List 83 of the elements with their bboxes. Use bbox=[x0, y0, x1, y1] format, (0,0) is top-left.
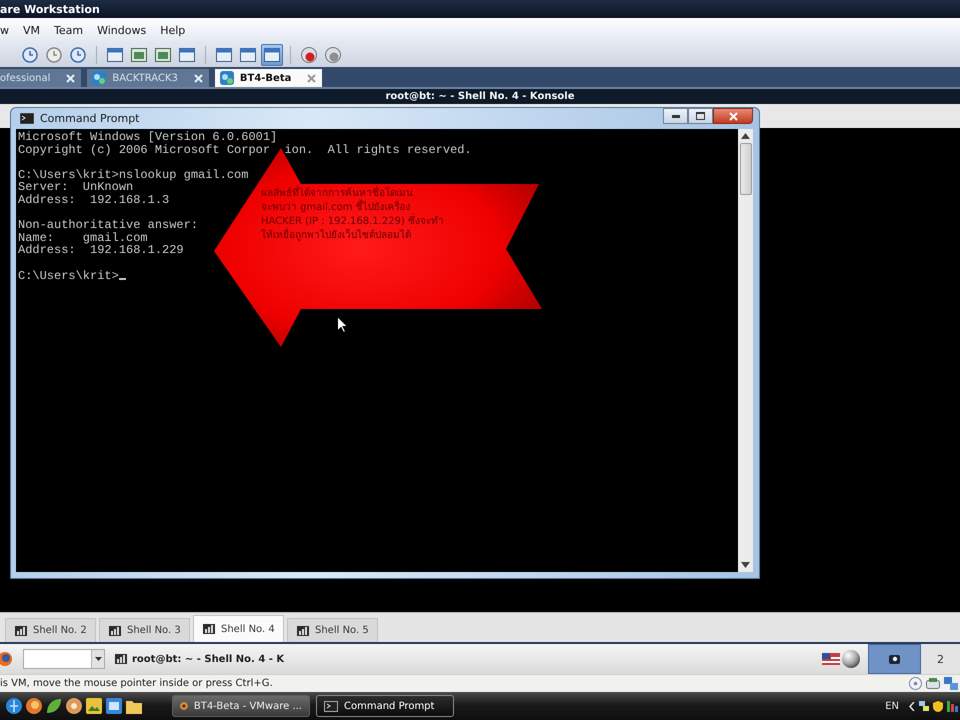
tab[interactable]: Shell No. 4 bbox=[193, 615, 284, 642]
globe-icon[interactable] bbox=[6, 698, 22, 714]
mouse-pointer-icon bbox=[337, 316, 348, 333]
terminal-icon bbox=[15, 626, 27, 636]
screen-thumbnail-icon bbox=[889, 654, 900, 664]
close-icon bbox=[728, 112, 738, 120]
folder-icon[interactable] bbox=[126, 698, 142, 714]
annotation-line: ให้เหยื่อถูกพาไปยังเว็บไซต์ปลอมได้ bbox=[261, 229, 444, 243]
terminal-icon bbox=[203, 624, 215, 634]
console-text: Microsoft Windows [Version 6.0.6001] bbox=[18, 131, 278, 144]
network-icon[interactable] bbox=[919, 701, 929, 711]
annotation-line: จะพบว่า gmail.com ชี้ไปยังเครื่อง bbox=[261, 201, 444, 215]
desktop-button[interactable]: 2 bbox=[921, 644, 960, 674]
console-text: Server: UnKnown bbox=[18, 181, 134, 194]
console-text: Non-authoritative answer: bbox=[18, 219, 198, 232]
window-title: are Workstation bbox=[0, 2, 100, 16]
terminal-icon bbox=[109, 626, 121, 636]
annotation-line: ผลลัพธ์ที่ได้จากการค้นหาชื่อโดเมน bbox=[261, 187, 444, 201]
tab[interactable]: Shell No. 3 bbox=[99, 618, 190, 642]
tab[interactable]: BT4-Beta bbox=[214, 69, 322, 87]
clock-icon bbox=[70, 46, 86, 62]
menu-item[interactable]: VM bbox=[16, 22, 48, 38]
console-text: C:\Users\krit>nslookup gmail.com bbox=[18, 168, 248, 182]
scroll-down-icon[interactable] bbox=[741, 562, 750, 568]
globe-icon[interactable] bbox=[26, 698, 42, 714]
window-icon bbox=[216, 46, 232, 62]
annotation-line: HACKER (IP : 192.168.1.229) ซึ่งจะทำ bbox=[261, 215, 444, 229]
clock-icon bbox=[22, 46, 38, 62]
window-icon bbox=[240, 46, 256, 62]
console-text: ion. All rights reserved. bbox=[284, 144, 472, 156]
leaf-icon[interactable] bbox=[46, 698, 62, 714]
scrollbar-thumb[interactable] bbox=[740, 143, 752, 195]
minimize-button[interactable] bbox=[663, 108, 688, 124]
chevron-icon[interactable] bbox=[909, 702, 915, 710]
taskbar-button[interactable]: Command Prompt bbox=[316, 695, 454, 717]
window-title: Command Prompt bbox=[40, 112, 140, 125]
menu-item[interactable]: Help bbox=[153, 22, 192, 38]
toolbar-button[interactable] bbox=[261, 44, 283, 66]
tab[interactable]: Shell No. 5 bbox=[287, 618, 378, 642]
console-text: Name: gmail.com bbox=[18, 232, 148, 244]
disc-icon[interactable] bbox=[66, 698, 82, 714]
flag-icon[interactable] bbox=[822, 653, 840, 665]
desktop-button[interactable] bbox=[868, 644, 921, 674]
scroll-up-icon[interactable] bbox=[741, 133, 750, 139]
console-icon bbox=[20, 113, 34, 124]
drive-icon[interactable] bbox=[926, 678, 940, 689]
language-indicator[interactable]: EN bbox=[885, 700, 899, 712]
clock-icon bbox=[46, 46, 62, 62]
scrollbar[interactable] bbox=[738, 129, 753, 572]
console-icon bbox=[324, 700, 338, 712]
window-title: root@bt: ~ - Shell No. 4 - Konsole bbox=[386, 91, 574, 102]
window-icon bbox=[131, 46, 147, 62]
vm-icon bbox=[220, 71, 234, 85]
close-icon[interactable] bbox=[307, 74, 316, 82]
menu-item[interactable]: Team bbox=[47, 22, 90, 38]
maximize-button[interactable] bbox=[688, 108, 713, 124]
window-icon bbox=[264, 46, 280, 62]
terminal-icon bbox=[115, 654, 127, 664]
terminal-icon bbox=[297, 626, 309, 636]
console-text: Address: 192.168.1.229 bbox=[18, 244, 184, 257]
console-text: C:\Users\krit> bbox=[18, 270, 119, 282]
window-icon bbox=[179, 46, 195, 62]
menu-item[interactable]: w bbox=[0, 22, 16, 38]
caret-icon bbox=[94, 657, 102, 661]
disc-icon bbox=[180, 699, 188, 713]
shield-icon[interactable] bbox=[933, 700, 943, 712]
menu-item[interactable]: Windows bbox=[90, 22, 154, 38]
maximize-icon bbox=[696, 112, 705, 120]
window-icon bbox=[155, 46, 171, 62]
tab[interactable]: Shell No. 2 bbox=[5, 618, 96, 642]
status-text: is VM, move the mouse pointer inside or press Ctrl+G. bbox=[0, 678, 273, 689]
close-button[interactable] bbox=[713, 108, 753, 124]
sphere-icon[interactable] bbox=[842, 650, 860, 668]
console-text: Copyright (c) 2006 Microsoft Corpor bbox=[18, 144, 270, 156]
vm-icon bbox=[92, 71, 106, 85]
bars-icon[interactable] bbox=[947, 700, 958, 712]
minimize-icon bbox=[672, 114, 680, 118]
window-icon bbox=[107, 46, 123, 62]
disc-icon bbox=[325, 46, 341, 62]
taskbar-button[interactable]: BT4-Beta - VMware ... bbox=[172, 695, 310, 717]
taskbar-button[interactable]: root@bt: ~ - Shell No. 4 - K bbox=[115, 654, 284, 664]
console-text: Address: 192.168.1.3 bbox=[18, 194, 170, 207]
disc-icon bbox=[301, 46, 317, 62]
